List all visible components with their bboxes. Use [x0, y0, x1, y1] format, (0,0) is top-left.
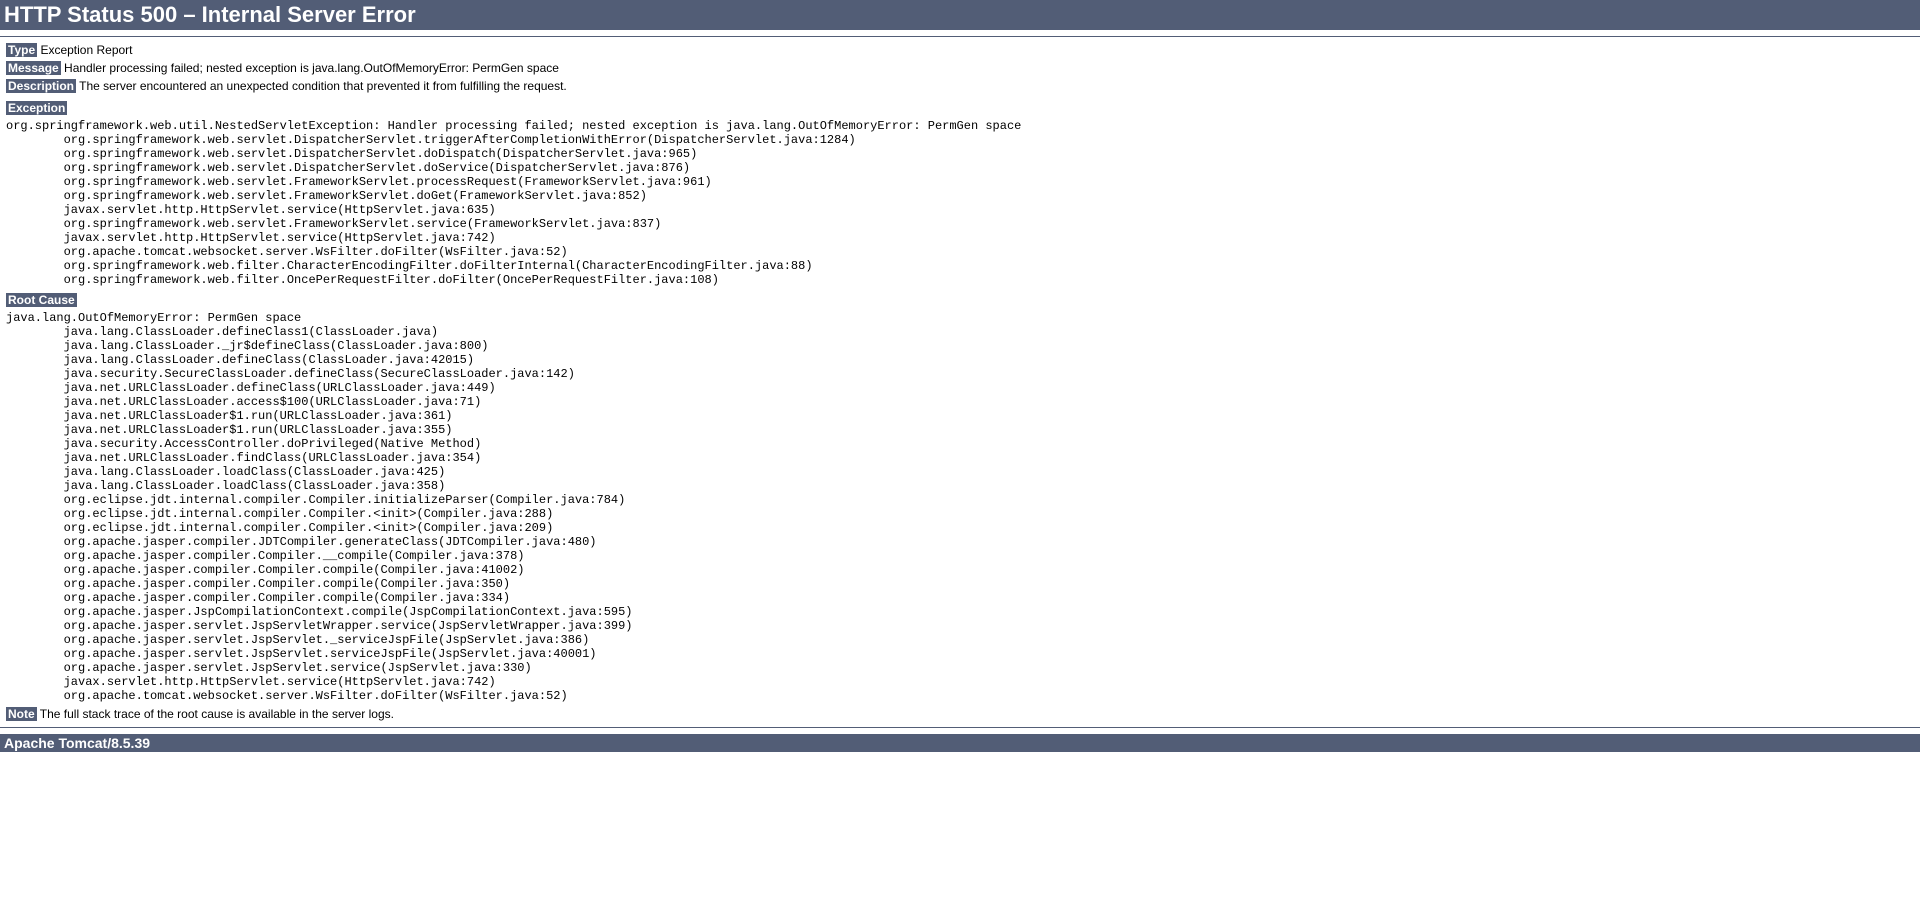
note-value: The full stack trace of the root cause i…: [37, 707, 394, 721]
description-label: Description: [6, 79, 76, 93]
description-value: The server encountered an unexpected con…: [76, 79, 567, 93]
page-title: HTTP Status 500 – Internal Server Error: [0, 0, 1920, 30]
server-footer: Apache Tomcat/8.5.39: [0, 734, 1920, 752]
root-cause-stacktrace: java.lang.OutOfMemoryError: PermGen spac…: [2, 311, 1918, 703]
note-label: Note: [6, 707, 37, 721]
root-cause-heading: Root Cause: [6, 293, 77, 307]
message-value: Handler processing failed; nested except…: [61, 61, 559, 75]
error-content: Type Exception Report Message Handler pr…: [0, 43, 1920, 721]
type-line: Type Exception Report: [2, 43, 1918, 57]
description-line: Description The server encountered an un…: [2, 79, 1918, 93]
exception-stacktrace: org.springframework.web.util.NestedServl…: [2, 119, 1918, 287]
exception-heading: Exception: [6, 101, 67, 115]
message-label: Message: [6, 61, 61, 75]
divider-bottom: [0, 727, 1920, 728]
message-line: Message Handler processing failed; neste…: [2, 61, 1918, 75]
type-label: Type: [6, 43, 37, 57]
type-value: Exception Report: [37, 43, 132, 57]
note-line: Note The full stack trace of the root ca…: [2, 707, 1918, 721]
divider-top: [0, 36, 1920, 37]
